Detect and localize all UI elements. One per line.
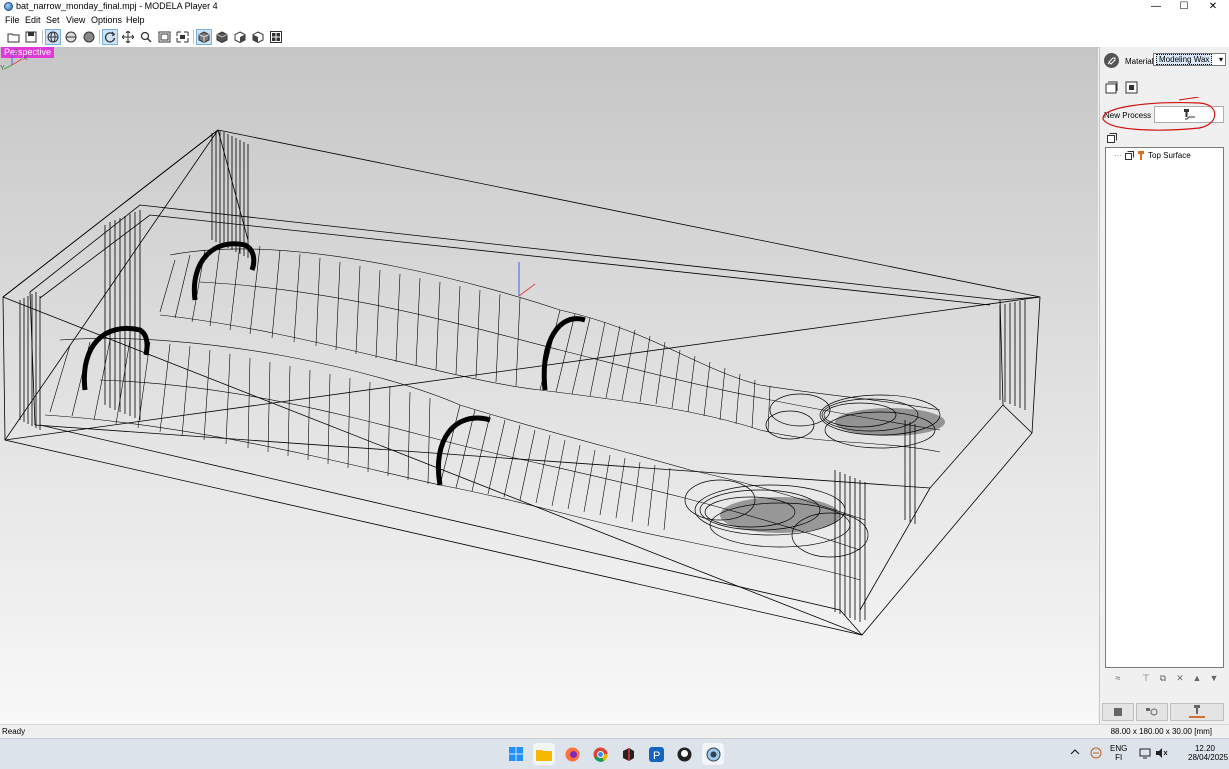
zoom-window-icon[interactable] — [174, 29, 190, 45]
speaker-muted-icon[interactable] — [1155, 747, 1168, 761]
clock-time: 12.20 — [1194, 744, 1216, 753]
front-view-icon[interactable] — [214, 29, 230, 45]
menu-bar: File Edit Set View Options Help — [0, 14, 1229, 27]
process-tree[interactable]: ··· Top Surface — [1105, 147, 1224, 668]
show-hidden-icons[interactable] — [1070, 748, 1080, 758]
menu-edit[interactable]: Edit — [25, 15, 41, 25]
tree-item-top-surface[interactable]: ··· Top Surface — [1114, 151, 1191, 160]
app-ghost-icon[interactable] — [673, 743, 695, 765]
app-icon — [4, 2, 13, 11]
menu-help[interactable]: Help — [126, 15, 145, 25]
keyboard-layout: FI — [1115, 753, 1123, 762]
maximize-button[interactable]: ☐ — [1170, 0, 1198, 14]
search-tool-button[interactable] — [1136, 703, 1168, 721]
stock-icon[interactable] — [1124, 80, 1139, 95]
minimize-button[interactable]: — — [1142, 0, 1170, 14]
save-icon[interactable] — [23, 29, 39, 45]
tool-orange-icon — [1138, 151, 1144, 160]
multi-view-icon[interactable] — [268, 29, 284, 45]
clock-date: 28/04/2025 — [1188, 753, 1229, 762]
input-language[interactable]: ENG FI — [1110, 744, 1127, 762]
cut-button[interactable] — [1170, 703, 1224, 721]
viewport-3d[interactable]: Perspective Z X Y — [0, 47, 1098, 724]
menu-set[interactable]: Set — [46, 15, 60, 25]
mill-tool-icon — [1184, 108, 1195, 119]
status-bar: Ready 88.00 x 180.00 x 30.00 [mm] — [0, 724, 1229, 738]
window-title: bat_narrow_monday_final.mpj - MODELA Pla… — [16, 1, 218, 11]
svg-text:P: P — [653, 750, 660, 762]
path-preview-icon[interactable]: ≈ — [1111, 671, 1125, 685]
svg-text:Z: Z — [14, 49, 19, 56]
windows-start-icon[interactable] — [505, 743, 527, 765]
app-p-icon[interactable]: P — [645, 743, 667, 765]
iso-view-icon[interactable] — [196, 29, 212, 45]
cut-tool-icon — [1189, 705, 1205, 718]
sphere-view-icon[interactable] — [63, 29, 79, 45]
zoom-icon[interactable] — [138, 29, 154, 45]
toolbar-separator — [193, 30, 194, 44]
toolbar-separator — [42, 30, 43, 44]
move-up-icon[interactable]: ▲ — [1190, 671, 1204, 685]
surface-icon — [1125, 151, 1134, 160]
title-bar: bat_narrow_monday_final.mpj - MODELA Pla… — [0, 0, 1229, 14]
chevron-down-icon: ▾ — [1218, 55, 1223, 64]
material-value: Modeling Wax — [1156, 54, 1213, 65]
taskbar: P ENG FI 12.20 28/04/2025 — [0, 738, 1229, 769]
menu-options[interactable]: Options — [91, 15, 122, 25]
copy-icon[interactable]: ⧉ — [1156, 671, 1170, 685]
language-code: ENG — [1110, 744, 1128, 753]
new-process-label: New Process — [1104, 111, 1152, 120]
menu-file[interactable]: File — [5, 15, 20, 25]
svg-text:X: X — [23, 55, 28, 62]
rocket-icon[interactable] — [1104, 53, 1119, 68]
axis-triad-icon: Z X Y — [0, 49, 28, 71]
globe-view-icon[interactable] — [45, 29, 61, 45]
model-settings-icon[interactable] — [1104, 80, 1119, 95]
tree-item-label: Top Surface — [1148, 151, 1191, 160]
material-label: Material — [1125, 57, 1154, 66]
pan-icon[interactable] — [120, 29, 136, 45]
modela-player-taskbar-icon[interactable] — [702, 743, 724, 765]
model-dimensions: 88.00 x 180.00 x 30.00 [mm] — [1110, 727, 1212, 736]
back-view-icon[interactable] — [250, 29, 266, 45]
toolbar — [0, 27, 1229, 48]
toolbar-separator — [99, 30, 100, 44]
file-explorer-icon[interactable] — [533, 743, 555, 765]
chrome-icon[interactable] — [589, 743, 611, 765]
tool-search-icon — [1146, 708, 1158, 716]
firefox-icon[interactable] — [561, 743, 583, 765]
open-file-icon[interactable] — [5, 29, 21, 45]
app-cube-icon[interactable] — [617, 743, 639, 765]
stop-icon — [1114, 708, 1122, 716]
onedrive-icon[interactable] — [1090, 747, 1102, 761]
move-down-icon[interactable]: ▼ — [1207, 671, 1221, 685]
tree-connector: ··· — [1114, 151, 1122, 160]
status-text: Ready — [2, 727, 26, 736]
rotate-icon[interactable] — [102, 29, 118, 45]
wireframe-model — [2, 129, 1041, 636]
delete-icon[interactable]: ✕ — [1173, 671, 1187, 685]
edit-tool-icon[interactable]: ⊤ — [1139, 671, 1153, 685]
shaded-sphere-icon[interactable] — [81, 29, 97, 45]
material-select[interactable]: Modeling Wax ▾ — [1153, 53, 1226, 66]
svg-text:Y: Y — [0, 65, 5, 71]
tree-tools: ≈ ⊤ ⧉ ✕ ▲ ▼ — [1099, 670, 1229, 688]
process-panel: Material Modeling Wax ▾ New Process ··· … — [1099, 47, 1229, 724]
menu-view[interactable]: View — [66, 15, 85, 25]
side-view-icon[interactable] — [232, 29, 248, 45]
new-process-button[interactable] — [1154, 106, 1224, 123]
network-icon[interactable] — [1139, 747, 1151, 761]
collapse-tree-icon[interactable] — [1107, 133, 1117, 143]
clock[interactable]: 12.20 28/04/2025 — [1188, 744, 1229, 762]
preview-cut-button[interactable] — [1102, 703, 1134, 721]
close-button[interactable]: ✕ — [1199, 0, 1227, 14]
fit-window-icon[interactable] — [156, 29, 172, 45]
